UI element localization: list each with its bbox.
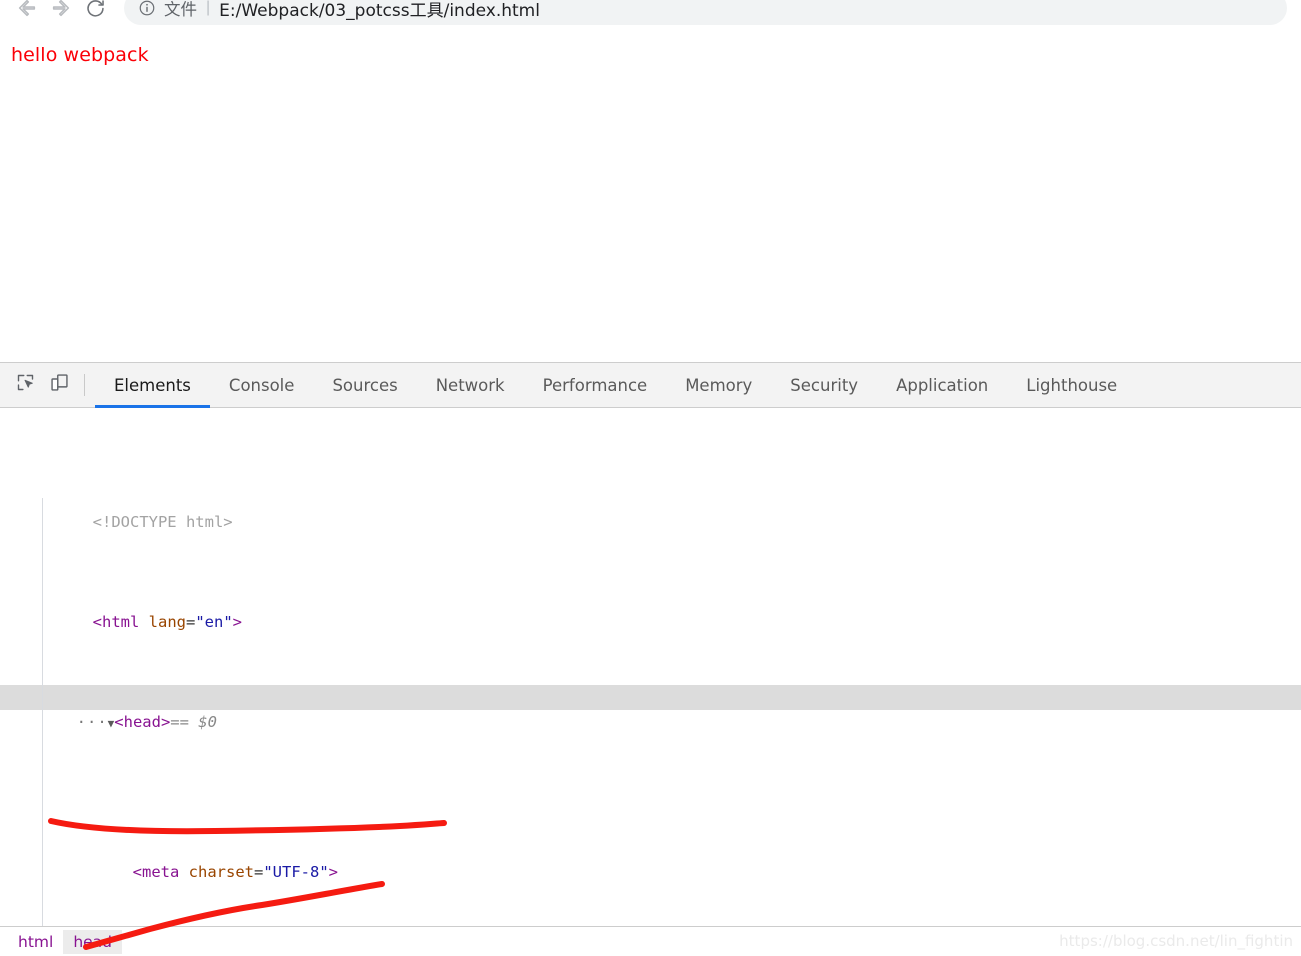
- tab-memory-label: Memory: [685, 375, 753, 395]
- tab-sources-label: Sources: [332, 375, 398, 395]
- tab-elements[interactable]: Elements: [95, 363, 210, 408]
- file-scheme-label: 文件: [164, 0, 197, 19]
- tab-console-label: Console: [228, 375, 295, 395]
- tab-performance-label: Performance: [542, 375, 648, 395]
- toolbar-divider: [84, 374, 85, 396]
- tab-application-label: Application: [896, 375, 989, 395]
- arrow-right-icon: [50, 0, 72, 19]
- tab-memory[interactable]: Memory: [666, 363, 771, 408]
- back-button[interactable]: [10, 0, 44, 25]
- dom-row-head-selected[interactable]: ···▼<head>== $0: [0, 685, 1301, 731]
- breadcrumb-html-label: html: [18, 932, 54, 951]
- page-heading-text: hello webpack: [11, 44, 149, 66]
- address-bar-url: E:/Webpack/03_potcss工具/index.html: [219, 0, 540, 21]
- meta1-value: "UTF-8": [263, 863, 329, 881]
- reload-button[interactable]: [78, 0, 112, 25]
- tab-lighthouse[interactable]: Lighthouse: [1007, 363, 1136, 408]
- meta1-attr: charset: [188, 863, 254, 881]
- devtools-toolbar: Elements Console Sources Network Perform…: [0, 363, 1301, 408]
- devtools-panel: Elements Console Sources Network Perform…: [0, 362, 1301, 956]
- device-toolbar-button[interactable]: [42, 368, 76, 402]
- indent-guide-line: [42, 498, 43, 926]
- tab-console[interactable]: Console: [210, 363, 314, 408]
- device-toolbar-icon: [49, 372, 70, 398]
- forward-button[interactable]: [44, 0, 78, 25]
- row-more-dots[interactable]: ···: [77, 713, 108, 731]
- devtools-tab-strip: Elements Console Sources Network Perform…: [95, 363, 1136, 408]
- breadcrumb-head-label: head: [73, 932, 113, 951]
- tab-lighthouse-label: Lighthouse: [1026, 375, 1118, 395]
- breadcrumb-item-html[interactable]: html: [8, 930, 63, 954]
- doctype-text: <!DOCTYPE html>: [92, 513, 233, 531]
- html-open-tag: <html: [92, 613, 140, 631]
- dom-row-meta-charset[interactable]: <meta charset="UTF-8">: [0, 835, 1301, 881]
- meta1-open: <meta: [132, 863, 180, 881]
- tab-network[interactable]: Network: [417, 363, 524, 408]
- info-circle-icon[interactable]: [138, 0, 156, 17]
- tab-security-label: Security: [790, 375, 859, 395]
- breadcrumb-item-head[interactable]: head: [63, 929, 123, 954]
- html-close-bracket: >: [232, 613, 243, 631]
- omnibox-separator: |: [206, 0, 211, 16]
- tab-sources[interactable]: Sources: [313, 363, 416, 408]
- watermark-text: https://blog.csdn.net/lin_fightin: [1059, 932, 1293, 950]
- screenshot-root: 文件 | E:/Webpack/03_potcss工具/index.html h…: [0, 0, 1301, 956]
- dom-row-doctype[interactable]: <!DOCTYPE html>: [0, 485, 1301, 531]
- arrow-left-icon: [16, 0, 38, 19]
- dom-row-html[interactable]: <html lang="en">: [0, 585, 1301, 631]
- tab-network-label: Network: [435, 375, 505, 395]
- tab-elements-label: Elements: [114, 375, 191, 395]
- dom-tree[interactable]: <!DOCTYPE html> <html lang="en"> ···▼<he…: [0, 408, 1301, 926]
- reload-icon: [85, 0, 106, 19]
- html-lang-value: "en": [195, 613, 233, 631]
- address-bar[interactable]: 文件 | E:/Webpack/03_potcss工具/index.html: [124, 0, 1287, 25]
- inspect-element-icon: [15, 372, 36, 398]
- inspect-element-button[interactable]: [8, 368, 42, 402]
- breadcrumb: html head https://blog.csdn.net/lin_figh…: [0, 926, 1301, 956]
- html-lang-attr: lang: [148, 613, 186, 631]
- tab-application[interactable]: Application: [877, 363, 1007, 408]
- page-viewport: hello webpack: [0, 28, 1301, 362]
- tab-security[interactable]: Security: [771, 363, 877, 408]
- meta1-close: >: [328, 863, 339, 881]
- browser-toolbar: 文件 | E:/Webpack/03_potcss工具/index.html: [0, 0, 1301, 28]
- tab-performance[interactable]: Performance: [524, 363, 667, 408]
- head-selected-marker: == $0: [170, 713, 217, 731]
- head-tag: <head>: [114, 713, 171, 731]
